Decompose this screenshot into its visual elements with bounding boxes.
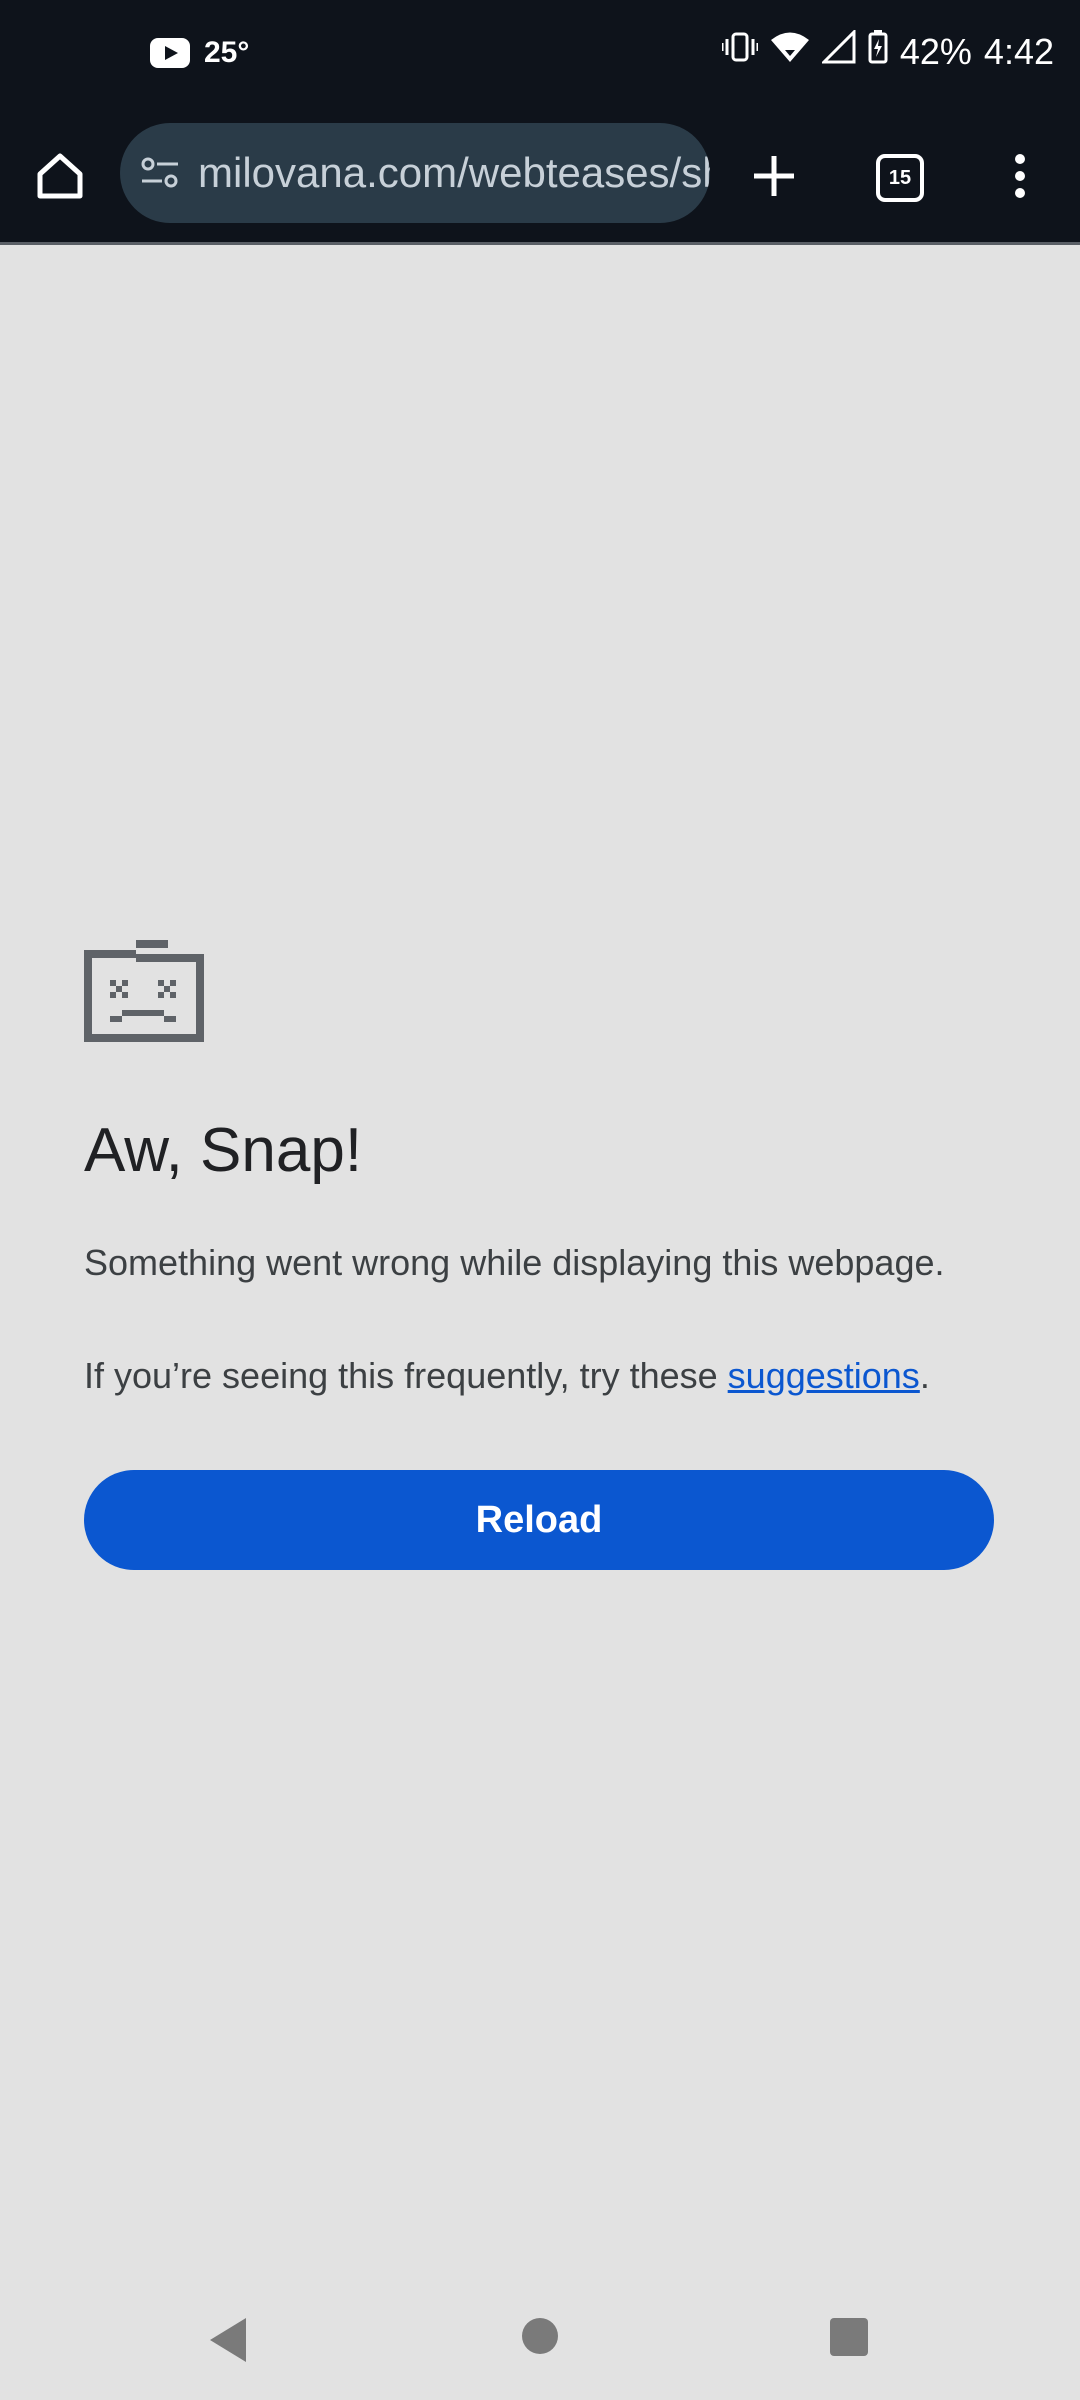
temperature: 25° (204, 36, 250, 69)
error-hint: If you’re seeing this frequently, try th… (84, 1355, 930, 1397)
error-message: Something went wrong while displaying th… (84, 1242, 945, 1283)
hint-suffix: . (919, 1355, 930, 1396)
suggestions-link[interactable]: suggestions (728, 1355, 920, 1396)
status-left: 25° (150, 36, 249, 70)
recents-icon[interactable] (830, 2318, 868, 2356)
vibrate-icon (720, 30, 760, 73)
reload-button[interactable]: Reload (84, 1470, 994, 1570)
home-icon (34, 150, 86, 207)
menu-icon (1013, 153, 1027, 204)
home-circle-icon[interactable] (522, 2318, 558, 2354)
status-right: 42% 4:42 (720, 28, 1054, 73)
tab-switcher-icon: 15 (876, 154, 924, 202)
new-tab-icon (752, 154, 796, 203)
back-icon[interactable] (210, 2318, 246, 2362)
status-bar: 25° 42% 4:42 (0, 0, 1080, 118)
battery-charging-icon (868, 30, 888, 73)
menu-button[interactable] (984, 142, 1056, 214)
signal-icon (820, 28, 856, 73)
error-title: Aw, Snap! (84, 1116, 363, 1185)
site-settings-icon[interactable] (140, 155, 180, 191)
browser-toolbar: milovana.com/webteases/showtease.php 15 (0, 118, 1080, 245)
home-button[interactable] (24, 142, 96, 214)
sad-folder-icon (84, 940, 204, 1042)
wifi-icon (770, 30, 810, 73)
url-text[interactable]: milovana.com/webteases/showtease.php (198, 149, 710, 197)
hint-prefix: If you’re seeing this frequently, try th… (84, 1355, 728, 1396)
navigation-bar (0, 2280, 1080, 2400)
new-tab-button[interactable] (738, 142, 810, 214)
youtube-icon (150, 38, 190, 68)
battery-level: 42% (899, 30, 972, 72)
tab-switcher-button[interactable]: 15 (864, 142, 936, 214)
omnibox[interactable]: milovana.com/webteases/showtease.php (120, 123, 710, 223)
clock: 4:42 (983, 30, 1054, 72)
